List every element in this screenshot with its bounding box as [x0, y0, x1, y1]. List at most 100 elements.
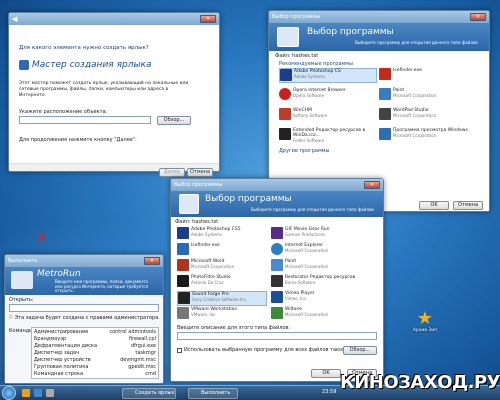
chooser2-titlebar[interactable]: Выбор программы ✕ [171, 179, 383, 191]
shortcut-icon [19, 60, 29, 70]
app-icon [379, 68, 391, 80]
app-icon [379, 108, 391, 120]
close-button[interactable]: ✕ [200, 15, 216, 23]
quicklaunch-icon[interactable] [34, 389, 42, 397]
app-icon [271, 227, 283, 239]
chooser1-header: Выбор программы Выберите программу для о… [269, 23, 489, 51]
back-arrow-icon[interactable]: ◀ [12, 15, 17, 23]
taskbar-button-run[interactable]: Выполнить [188, 388, 238, 399]
wizard-header: Мастер создания ярлыка [19, 60, 152, 70]
red-x-icon: ✕ [36, 230, 48, 246]
clock: 23:59 [322, 389, 337, 395]
chooser2-header: Выбор программы Выберите программу для о… [171, 191, 383, 217]
list-item[interactable]: Программа просмотра Windows Microsoft Cor… [379, 128, 479, 143]
list-item[interactable]: Sound Forge Pro Sony Creative Software In… [177, 291, 267, 306]
quicklaunch-icon[interactable] [22, 389, 30, 397]
wizard-description: Этот мастер поможет создать ярлык, указы… [19, 81, 189, 98]
table-row[interactable]: Командная строка cmd [34, 371, 156, 377]
browse-button[interactable]: Обзор... [157, 116, 191, 125]
ie-icon [271, 243, 283, 255]
chooser1-titlebar[interactable]: Выбор программы ✕ [269, 11, 489, 23]
commands-list[interactable]: Администрирование control admintools Бран… [31, 327, 159, 379]
table-row[interactable]: Диспетчер задач taskmgr [34, 350, 156, 356]
description-input[interactable] [177, 332, 377, 340]
list-item[interactable]: Vimeo Player Vimeo, Inc. [271, 291, 371, 303]
photoshop-icon [177, 227, 189, 239]
open-label: Открыть: [9, 297, 34, 303]
app-icon [177, 275, 189, 287]
list-item[interactable]: Opera Internet Browser Opera Software [279, 88, 377, 103]
start-button[interactable] [2, 386, 16, 400]
app-icon [271, 275, 283, 287]
other-group-label: Другие программы [279, 148, 330, 154]
always-use-checkbox[interactable]: Использовать выбранную программу для все… [177, 347, 362, 353]
app-icon [177, 307, 189, 319]
table-row[interactable]: Дефрагментация диска dfrgui.exe [34, 343, 156, 349]
program-list: Adobe Photoshop CS Adobe Systems Icefinde… [275, 68, 485, 192]
admin-note: ⛨ Эта задача будет создана с правами адм… [9, 315, 160, 321]
table-row[interactable]: Групповая политика gpedit.msc [34, 364, 156, 370]
cancel-button[interactable]: Отмена [187, 168, 213, 177]
ok-button[interactable]: OK [419, 201, 449, 210]
taskbar-button-shortcut[interactable]: Создать ярлык [122, 388, 176, 399]
list-item[interactable]: Internet Explorer Microsoft Corporation [271, 243, 371, 255]
star-icon: ★ [416, 308, 434, 329]
location-input[interactable] [19, 116, 151, 124]
app-icon [279, 128, 291, 140]
list-item[interactable]: Extended Редактор ресурсов в WinDa.ico..… [279, 128, 377, 143]
app-icon [379, 128, 391, 140]
cancel-button[interactable]: Отмена [453, 201, 483, 210]
checkbox-icon[interactable] [177, 347, 182, 353]
wizard-hint: Для продолжения нажмите кнопку "Далее". [19, 137, 137, 143]
ok-button[interactable]: OK [311, 369, 341, 378]
list-item[interactable]: Restorator Редактор ресурсов Bome Softwar… [271, 275, 371, 287]
description-label: Введите описание для этого типа файлов: [177, 325, 291, 331]
quicklaunch-icon[interactable] [46, 389, 54, 397]
list-item[interactable]: Adobe Photoshop CS5 Adobe Systems [177, 227, 267, 239]
wizard-question: Для какого элемента нужно создать ярлык? [19, 45, 149, 51]
list-item[interactable]: Microsoft Word Microsoft Corporation [177, 259, 267, 271]
list-item[interactable]: WinCHM Softany Software [279, 108, 377, 123]
list-item[interactable]: PhotoFiltre Studio Antonio Da Cruz [177, 275, 267, 287]
list-item[interactable]: VMware Workstation VMware, Inc. [177, 307, 267, 319]
run-window: Выполнить ✕ MetroRun Введите имя програм… [4, 254, 164, 384]
run-logo: MetroRun [37, 269, 81, 279]
close-button[interactable]: ✕ [144, 257, 160, 265]
file-label: Файл: hashes.txt [275, 53, 319, 59]
list-item[interactable]: Adobe Photoshop CS Adobe Systems [279, 68, 377, 83]
close-button[interactable]: ✕ [364, 181, 380, 189]
create-shortcut-window: ◀ ✕ Для какого элемента нужно создать яр… [8, 12, 220, 177]
desktop-icon[interactable]: ★ Архив Зип [410, 308, 440, 334]
paint-icon [271, 259, 283, 271]
table-row[interactable]: Диспетчер устройств devmgmt.msc [34, 357, 156, 363]
close-button[interactable]: ✕ [470, 13, 486, 21]
app-icon [271, 291, 283, 303]
recommended-group-label: Рекомендуемые программы [279, 61, 354, 67]
table-row[interactable]: Администрирование control admintools [34, 329, 156, 335]
open-input[interactable] [9, 304, 159, 312]
run-header: MetroRun Введите имя программы, папки, д… [5, 267, 163, 295]
location-label: Укажите расположение объекта: [19, 109, 108, 115]
list-item[interactable]: Icefinder.exe [379, 68, 479, 83]
shield-icon: ⛨ [9, 315, 13, 321]
list-item[interactable]: WordPad Studio Microsoft Corporation [379, 108, 479, 123]
list-item[interactable]: Wiltone Microsoft Corporation [271, 307, 371, 319]
run-icon [11, 271, 33, 289]
photoshop-icon [280, 69, 292, 81]
list-item[interactable]: Icefinder.exe [177, 243, 267, 255]
list-item[interactable]: GIF Movie Gear Run Gamani Productions [271, 227, 371, 239]
next-button[interactable]: Далее [159, 168, 185, 177]
browse-button[interactable]: Обзор... [343, 346, 377, 355]
table-row[interactable]: Брандмауэр firewall.cpl [34, 336, 156, 342]
list-item[interactable]: Paint Microsoft Corporation [271, 259, 371, 271]
app-icon [178, 292, 190, 304]
run-titlebar[interactable]: Выполнить ✕ [5, 255, 163, 267]
desktop-icon-label: Архив Зип [412, 328, 438, 333]
word-icon [177, 259, 189, 271]
app-icon [279, 108, 291, 120]
list-item[interactable]: Paint Microsoft Corporation [379, 88, 479, 103]
app-icon [177, 243, 189, 255]
open-with-window: Выбор программы ✕ Выбор программы Выбери… [170, 178, 384, 382]
app-icon [271, 307, 283, 319]
wizard-titlebar[interactable]: ◀ ✕ [9, 13, 219, 25]
